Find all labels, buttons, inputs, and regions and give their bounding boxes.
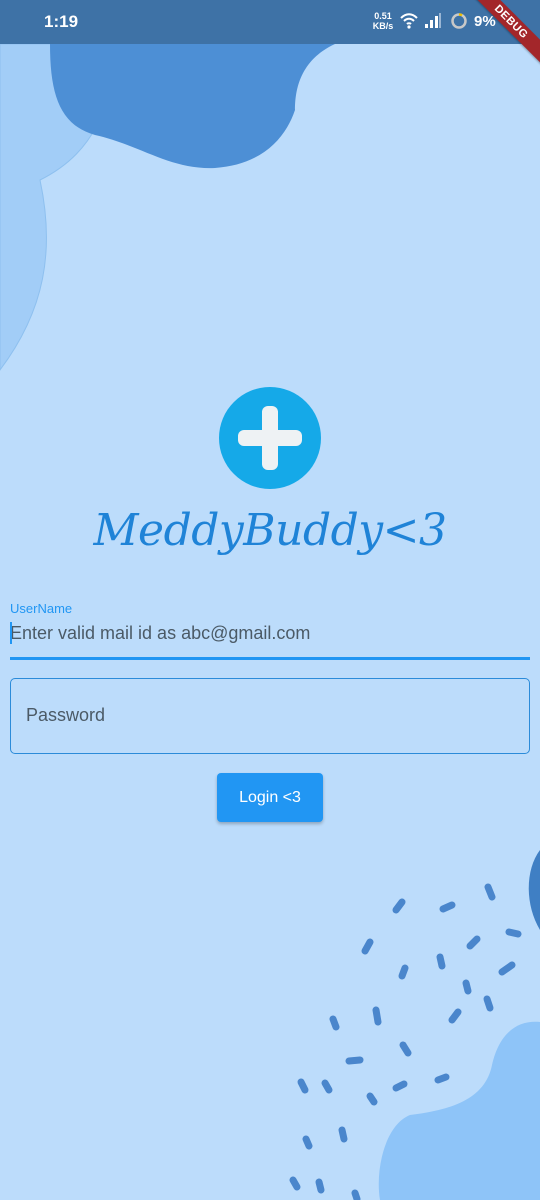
- signal-icon: [425, 13, 441, 28]
- wifi-icon: [400, 13, 418, 29]
- network-speed: 0.51 KB/s: [372, 11, 394, 31]
- username-placeholder: Enter valid mail id as abc@gmail.com: [10, 623, 311, 643]
- network-speed-unit: KB/s: [372, 21, 394, 31]
- status-bar: 1:19 0.51 KB/s 9%: [0, 0, 540, 44]
- background-decoration: [0, 0, 540, 1200]
- login-button[interactable]: Login <3: [217, 773, 323, 822]
- status-time: 1:19: [44, 12, 79, 31]
- battery-icon: [451, 13, 467, 29]
- app-title: MeddyBuddy<3: [93, 505, 447, 556]
- username-label: UserName: [10, 601, 73, 616]
- password-field[interactable]: Password: [10, 678, 530, 754]
- text-caret: [10, 622, 12, 644]
- right-edge-dark-blob: [528, 850, 540, 930]
- username-field[interactable]: Enter valid mail id as abc@gmail.com: [10, 618, 530, 660]
- password-placeholder: Password: [26, 705, 106, 725]
- network-speed-value: 0.51: [374, 11, 392, 21]
- plus-icon: [219, 387, 321, 489]
- top-dark-blob: [50, 44, 335, 169]
